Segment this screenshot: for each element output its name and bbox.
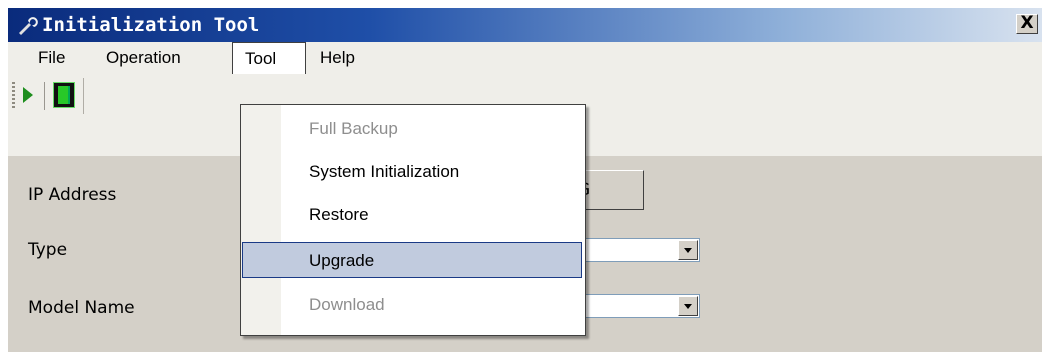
menu-tool[interactable]: Tool — [232, 42, 306, 75]
type-select[interactable] — [580, 238, 700, 262]
ip-address-label: IP Address — [28, 185, 117, 205]
model-name-label: Model Name — [28, 298, 135, 318]
initialization-tool-window: Initialization Tool X File Operation Too… — [8, 8, 1042, 352]
toolbar-separator — [44, 82, 45, 110]
menu-operation[interactable]: Operation — [106, 42, 181, 74]
toolbar-grip[interactable] — [12, 82, 15, 110]
menu-file[interactable]: File — [38, 42, 65, 74]
menu-item-download[interactable]: Download — [241, 287, 585, 323]
type-label: Type — [28, 240, 68, 260]
toolbar-divider — [83, 78, 84, 114]
menu-item-restore[interactable]: Restore — [241, 197, 585, 233]
model-name-select[interactable] — [580, 294, 700, 318]
exit-door-icon[interactable] — [53, 82, 75, 108]
tool-menu-dropdown: Full Backup System Initialization Restor… — [240, 104, 586, 336]
menu-item-system-initialization[interactable]: System Initialization — [241, 154, 585, 190]
menu-help[interactable]: Help — [320, 42, 355, 74]
close-button[interactable]: X — [1016, 14, 1038, 34]
menu-item-full-backup[interactable]: Full Backup — [241, 111, 585, 147]
title-bar[interactable]: Initialization Tool X — [8, 8, 1042, 42]
window-title: Initialization Tool — [42, 14, 260, 36]
menu-bar: File Operation Tool Help — [8, 42, 1042, 75]
chevron-down-icon[interactable] — [678, 240, 698, 260]
play-icon[interactable] — [23, 87, 33, 103]
wrench-icon — [19, 17, 38, 35]
chevron-down-icon[interactable] — [678, 296, 698, 316]
menu-item-upgrade[interactable]: Upgrade — [242, 242, 582, 278]
